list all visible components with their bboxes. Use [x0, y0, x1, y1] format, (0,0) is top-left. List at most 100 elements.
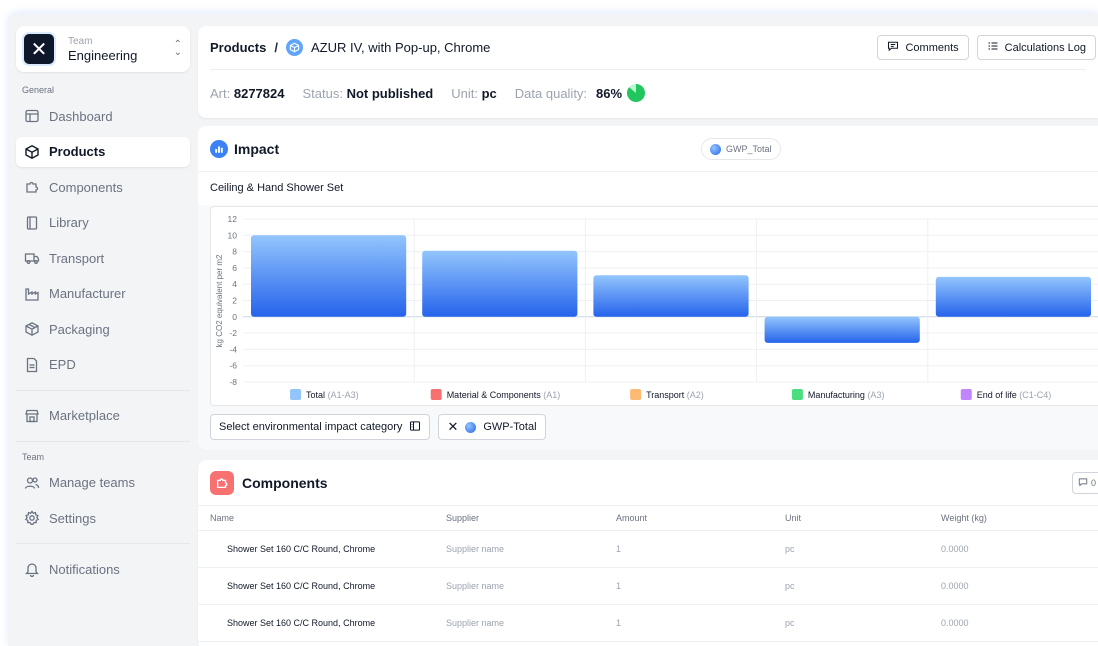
layout-icon [24, 108, 40, 124]
column-header[interactable]: Amount [616, 513, 785, 523]
y-tick-label: 6 [232, 263, 237, 273]
quality-value: 86% [596, 85, 623, 101]
team-text: Team Engineering [68, 36, 174, 63]
sidebar-item-label: Transport [49, 250, 105, 266]
book-icon [24, 215, 40, 231]
impact-header: Impact GWP_Total [198, 126, 1098, 172]
sidebar-item-components[interactable]: Components [16, 172, 190, 202]
table-row[interactable]: Shower Set 160 C/C Round, Chrome Supplie… [198, 568, 1098, 605]
legend-code: (A2) [687, 390, 704, 400]
calculations-log-button[interactable]: Calculations Log [976, 35, 1096, 60]
sidebar-item-marketplace[interactable]: Marketplace [16, 401, 190, 431]
table-row[interactable]: Shower Set 160 C/C Round, Chrome Supplie… [198, 531, 1098, 568]
sidebar-item-dashboard[interactable]: Dashboard [16, 101, 190, 131]
legend-name: Manufacturing [808, 390, 868, 400]
store-icon [24, 408, 40, 424]
sidebar-item-settings[interactable]: Settings [16, 503, 190, 533]
table-header: Name Supplier Amount Unit Weight (kg) [198, 506, 1098, 531]
bell-icon [24, 561, 40, 577]
comments-button[interactable]: Comments [877, 35, 969, 60]
sidebar-item-manage-teams[interactable]: Manage teams [16, 468, 190, 498]
y-axis-label: kg CO2 equivalent per m2 [215, 254, 224, 347]
chevron-updown-icon: ⌃ ⌄ [173, 39, 182, 58]
sidebar-item-notifications[interactable]: Notifications [16, 554, 190, 584]
select-category-label: Select environmental impact category [219, 421, 403, 433]
select-impact-category-button[interactable]: Select environmental impact category [210, 414, 431, 440]
legend-item: End of life (C1-C4) [960, 389, 1052, 400]
cell-unit: pc [785, 544, 795, 554]
column-header[interactable]: Unit [785, 513, 941, 523]
cell-amount: 1 [616, 618, 622, 628]
legend-swatch [960, 389, 972, 400]
chart-controls: Select environmental impact category ✕ G… [210, 414, 546, 440]
art-label: Art: [210, 85, 231, 101]
cell-name: Shower Set 160 C/C Round, Chrome [227, 618, 376, 628]
cell-amount: 1 [616, 581, 622, 591]
legend-label: Material & Components (A1) [447, 390, 561, 400]
team-switcher[interactable]: ✕ Team Engineering ⌃ ⌄ [16, 26, 190, 72]
sidebar: ✕ Team Engineering ⌃ ⌄ General Dashboard … [8, 14, 198, 646]
sidebar-item-manufacturer[interactable]: Manufacturer [16, 279, 190, 309]
sidebar-item-label: Manufacturer [49, 286, 126, 301]
header-actions: Comments Calculations Log [877, 35, 1096, 60]
comments-label: Comments [905, 41, 959, 54]
column-header[interactable]: Weight (kg) [941, 513, 1061, 523]
section-general-label: General [22, 85, 55, 95]
column-header[interactable]: Supplier [446, 513, 616, 523]
y-tick-label: 4 [232, 279, 237, 289]
components-header: Components 0 [198, 460, 1098, 506]
legend-code: (C1-C4) [1019, 390, 1051, 400]
legend-item: Manufacturing (A3) [791, 389, 884, 400]
sidebar-divider [16, 543, 190, 544]
impact-chart: 12 10 8 6 4 2 0 -2 -4 -6 -8 Total (A1-A3) Material … [210, 206, 1098, 406]
legend-name: Material & Components [447, 390, 544, 400]
legend-code: (A1-A3) [328, 390, 359, 400]
comment-count: 0 [1090, 478, 1096, 488]
gwp-total-pill[interactable]: GWP_Total [701, 138, 781, 160]
cell-weight: 0.0000 [941, 581, 969, 591]
comment-icon [887, 40, 899, 55]
bar-chart-icon [210, 139, 228, 158]
bar [935, 276, 1091, 317]
gear-icon [24, 510, 40, 526]
components-table: Name Supplier Amount Unit Weight (kg) Sh… [198, 506, 1098, 642]
cell-supplier: Supplier name [446, 581, 505, 591]
chart-subtitle: Ceiling & Hand Shower Set [198, 172, 1098, 205]
product-meta: Art: 8277824 Status: Not published Unit:… [210, 70, 1086, 116]
blue-dot-icon [710, 143, 721, 155]
cell-name: Shower Set 160 C/C Round, Chrome [227, 544, 376, 554]
list-icon [987, 40, 999, 55]
close-icon[interactable]: ✕ [447, 419, 458, 435]
legend-name: Transport [646, 390, 687, 400]
legend-label: End of life (C1-C4) [977, 390, 1052, 400]
table-row[interactable]: Shower Set 160 C/C Round, Chrome Supplie… [198, 605, 1098, 642]
legend-swatch [630, 389, 642, 400]
y-tick-label: 10 [228, 230, 238, 240]
sidebar-item-library[interactable]: Library [16, 208, 190, 238]
components-comments-button[interactable]: 0 [1072, 472, 1098, 494]
sidebar-item-label: Settings [49, 510, 96, 526]
sidebar-item-label: Components [49, 179, 123, 195]
y-tick-label: -4 [229, 344, 237, 354]
sidebar-item-label: Marketplace [49, 408, 120, 423]
calculations-log-label: Calculations Log [1004, 41, 1086, 54]
column-header[interactable]: Name [210, 513, 446, 523]
impact-title: Impact [234, 140, 280, 157]
breadcrumb-separator: / [274, 40, 278, 55]
panel-icon [409, 420, 421, 435]
bar-chart: 12 10 8 6 4 2 0 -2 -4 -6 -8 Total (A1-A3) Material … [215, 214, 1098, 400]
breadcrumb: Products / AZUR IV, with Pop-up, Chrome … [210, 26, 1096, 70]
breadcrumb-products-link[interactable]: Products [210, 40, 266, 55]
components-section: Components 0 Name Supplier Amount Unit W… [198, 460, 1098, 646]
sidebar-item-epd[interactable]: EPD [16, 350, 190, 380]
active-filter-label: GWP-Total [483, 421, 537, 433]
cell-weight: 0.0000 [941, 618, 969, 628]
active-filter-chip[interactable]: ✕ GWP-Total [438, 414, 546, 440]
quality-label: Data quality: [514, 85, 588, 101]
sidebar-item-transport[interactable]: Transport [16, 243, 190, 273]
bar [593, 275, 749, 317]
sidebar-item-packaging[interactable]: Packaging [16, 314, 190, 344]
legend-label: Transport (A2) [646, 390, 704, 400]
team-label: Team [68, 35, 93, 47]
sidebar-item-products[interactable]: Products [16, 136, 190, 167]
